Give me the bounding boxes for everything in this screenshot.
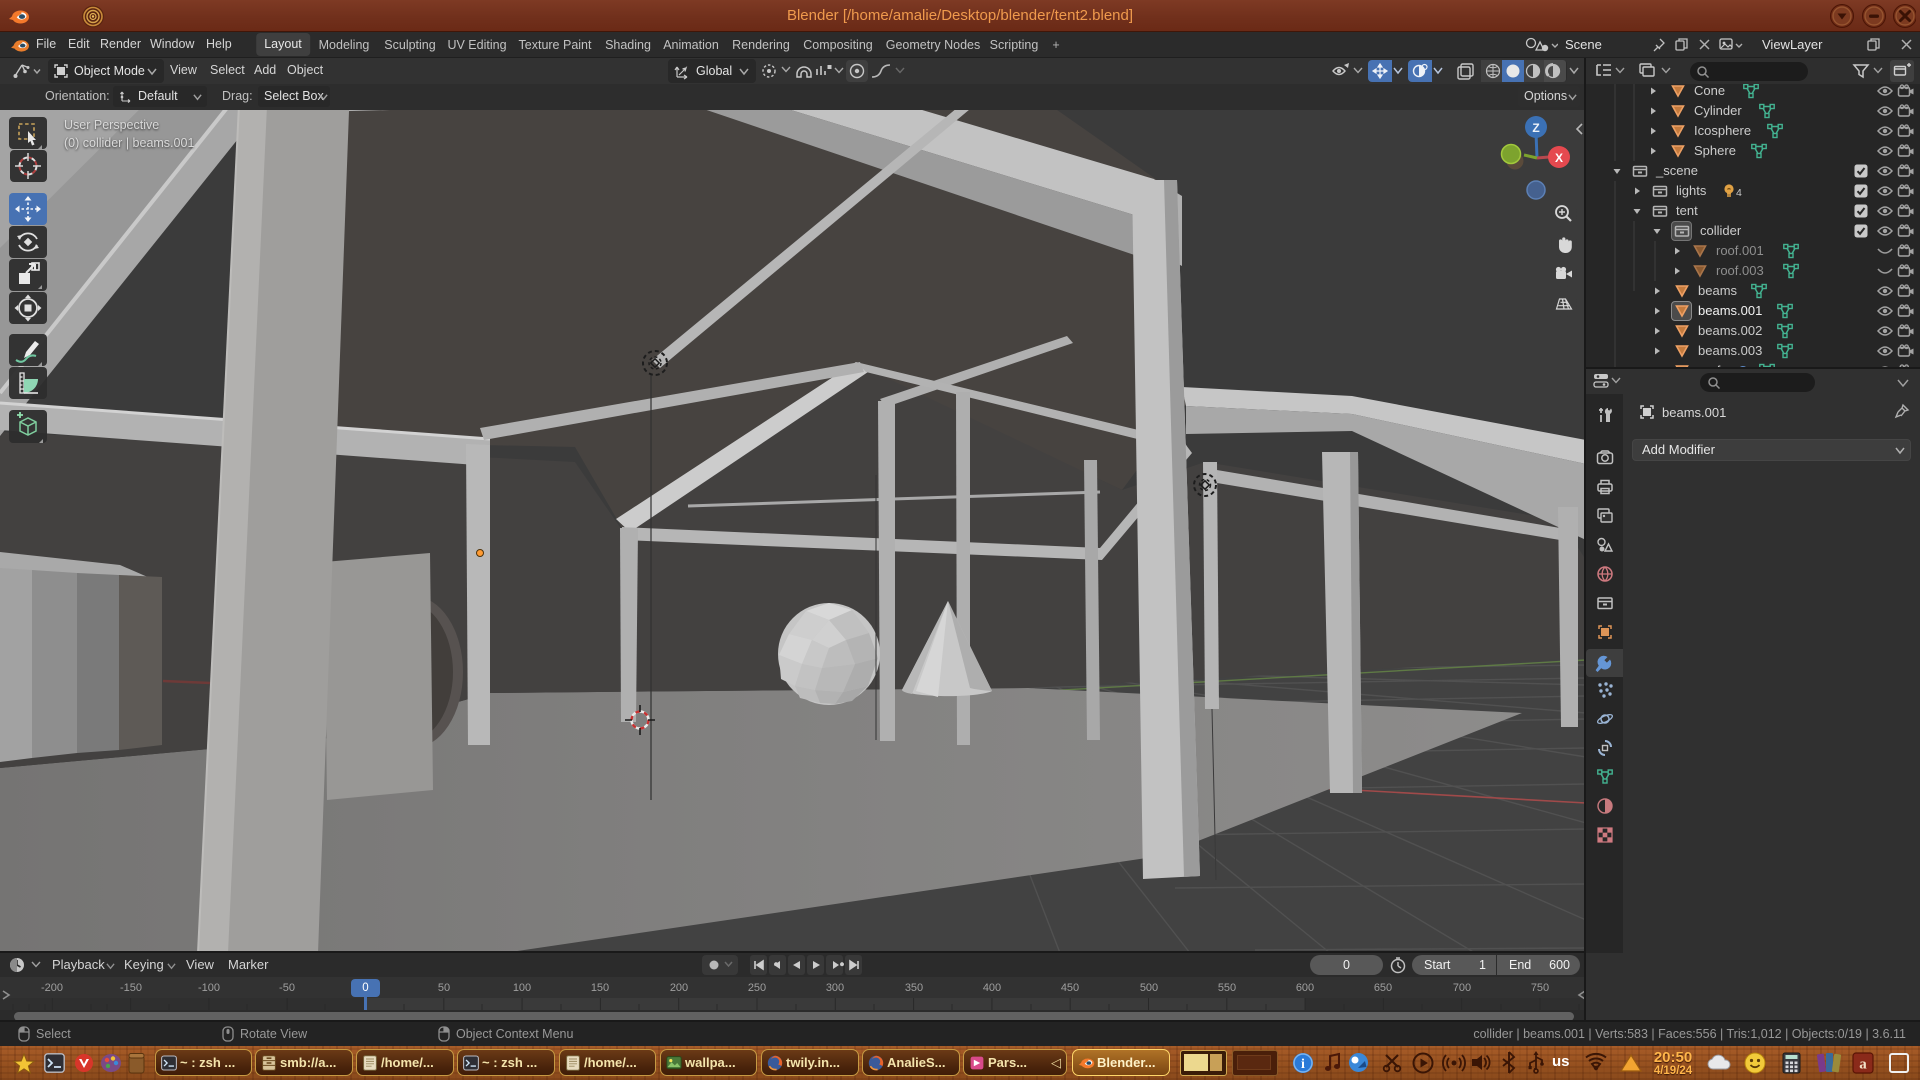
svg-text:-150: -150 — [120, 982, 142, 994]
svg-text:450: 450 — [1061, 982, 1079, 994]
svg-text:i: i — [1301, 1057, 1305, 1072]
svg-text:550: 550 — [1218, 982, 1236, 994]
svg-text:500: 500 — [1140, 982, 1158, 994]
svg-text:700: 700 — [1453, 982, 1471, 994]
svg-text:-50: -50 — [279, 982, 295, 994]
svg-text:200: 200 — [670, 982, 688, 994]
svg-text:650: 650 — [1374, 982, 1392, 994]
svg-text:-200: -200 — [41, 982, 63, 994]
svg-text:X: X — [1555, 151, 1563, 165]
svg-text:250: 250 — [748, 982, 766, 994]
svg-text:750: 750 — [1531, 982, 1549, 994]
svg-text:150: 150 — [591, 982, 609, 994]
svg-text:Z: Z — [1532, 121, 1539, 135]
svg-text:100: 100 — [513, 982, 531, 994]
svg-text:a: a — [1859, 1057, 1867, 1073]
svg-text:600: 600 — [1296, 982, 1314, 994]
svg-text:50: 50 — [438, 982, 450, 994]
svg-text:300: 300 — [826, 982, 844, 994]
svg-text:350: 350 — [905, 982, 923, 994]
svg-text:400: 400 — [983, 982, 1001, 994]
svg-text:-100: -100 — [198, 982, 220, 994]
